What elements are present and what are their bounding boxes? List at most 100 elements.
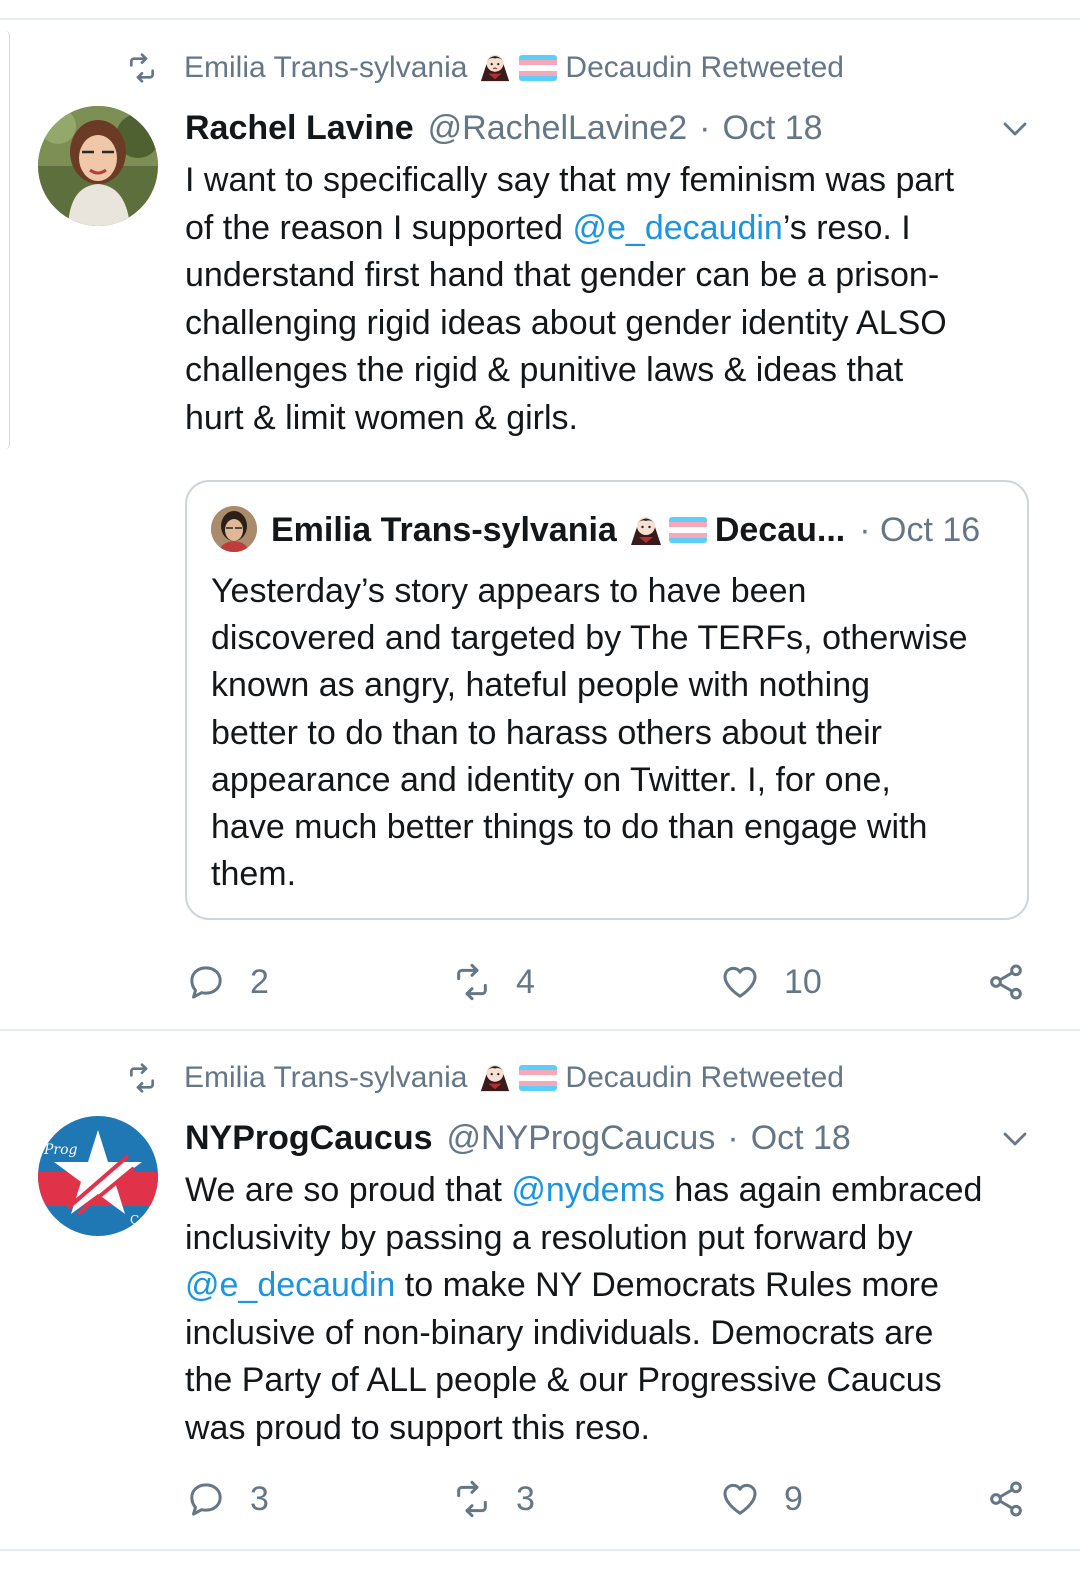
retweet-button[interactable]: 3	[452, 1474, 535, 1524]
reply-button[interactable]: 3	[186, 1474, 269, 1524]
reply-icon	[190, 1483, 222, 1516]
retweeter-name[interactable]: Emilia Trans-sylvania	[184, 1061, 467, 1095]
like-button[interactable]: 9	[720, 1474, 803, 1524]
reply-count: 3	[250, 1479, 269, 1518]
retweeted-label: Decaudin Retweeted	[565, 1061, 844, 1094]
text-run: understand first hand that gender can be…	[185, 256, 940, 294]
quoted-display-name[interactable]: Emilia Trans-sylvania	[271, 511, 617, 550]
avatar[interactable]: Prog Cauc	[38, 1116, 158, 1236]
vampire-emoji-icon	[479, 1061, 513, 1095]
body-line: @e_decaudin to make NY Democrats Rules m…	[185, 1262, 1035, 1310]
separator: ·	[699, 108, 711, 147]
retweet-count: 3	[516, 1479, 535, 1518]
mention-link[interactable]: @e_decaudin	[185, 1266, 395, 1304]
quoted-line: appearance and identity on Twitter. I, f…	[211, 760, 891, 799]
quoted-line: discovered and targeted by The TERFs, ot…	[211, 619, 968, 658]
body-line: challenging rigid ideas about gender ide…	[185, 300, 1035, 348]
chevron-down-icon[interactable]	[1000, 114, 1030, 144]
separator: ·	[727, 1118, 739, 1157]
text-run: has again embraced	[664, 1171, 983, 1209]
quoted-header: Emilia Trans-sylvania Decau... · Oct 16	[271, 508, 980, 552]
tweet-actions: 3 3 9	[0, 1474, 1080, 1524]
body-line: inclusive of non-binary individuals. Dem…	[185, 1310, 1035, 1358]
mention-link[interactable]: @nydems	[511, 1171, 665, 1209]
body-line: hurt & limit women & girls.	[185, 395, 1035, 443]
text-run: challenges the rigid & punitive laws & i…	[185, 351, 904, 389]
avatar[interactable]	[38, 106, 158, 226]
share-icon	[990, 964, 1022, 1000]
tweet-body: We are so proud that @nydems has again e…	[185, 1167, 1035, 1452]
quoted-date[interactable]: · Oct 16	[859, 511, 980, 550]
text-run: hurt & limit women & girls.	[185, 398, 578, 437]
text-run: challenging rigid ideas about gender ide…	[185, 303, 947, 342]
tweet-header: Rachel Lavine @RachelLavine2 · Oct 18	[185, 106, 823, 150]
text-run: ’s reso. I	[782, 208, 911, 247]
quoted-line: them.	[211, 855, 297, 894]
body-line: inclusivity by passing a resolution put …	[185, 1215, 1035, 1263]
heart-icon	[723, 1483, 757, 1515]
heart-icon	[723, 966, 757, 998]
quoted-line: known as angry, hateful people with noth…	[211, 666, 871, 705]
vampire-emoji-icon	[479, 51, 513, 85]
avatar-text-top: Prog	[43, 1142, 78, 1158]
share-button[interactable]	[986, 1474, 1026, 1524]
retweet-icon	[457, 963, 487, 1001]
quoted-body: Yesterday’s story appears to have been d…	[211, 568, 1011, 898]
share-button[interactable]	[986, 957, 1026, 1007]
author-display-name[interactable]: Rachel Lavine	[185, 109, 414, 148]
text-run: of the reason I supported	[185, 208, 573, 247]
tweet[interactable]: Emilia Trans-sylvania Decaudin Retweeted…	[0, 1032, 1080, 1547]
body-line: of the reason I supported @e_decaudin’s …	[185, 205, 1035, 253]
tweet-divider	[0, 1549, 1080, 1551]
text-run: inclusivity by passing a resolution put …	[185, 1218, 913, 1257]
quoted-avatar[interactable]	[211, 506, 257, 552]
retweet-icon	[130, 1063, 154, 1093]
trans-flag-icon	[519, 55, 558, 81]
body-line: was proud to support this reso.	[185, 1405, 1035, 1453]
mention-link[interactable]: @e_decaudin	[572, 209, 782, 247]
text-run: We are so proud that	[185, 1171, 512, 1209]
body-line: the Party of ALL people & our Progressiv…	[185, 1357, 1035, 1405]
author-display-name[interactable]: NYProgCaucus	[185, 1119, 433, 1158]
reply-count: 2	[250, 962, 269, 1001]
tweet-divider	[0, 1029, 1080, 1031]
retweet-count: 4	[516, 962, 535, 1001]
retweeter-name[interactable]: Emilia Trans-sylvania	[184, 51, 467, 85]
retweet-button[interactable]: 4	[452, 957, 535, 1007]
tweet-header: NYProgCaucus @NYProgCaucus · Oct 18	[185, 1116, 851, 1160]
text-run: to make NY Democrats Rules more	[395, 1266, 939, 1304]
tweet-date[interactable]: Oct 18	[751, 1119, 851, 1158]
vampire-emoji-icon	[629, 513, 663, 547]
retweet-icon	[130, 53, 154, 83]
author-handle[interactable]: @RachelLavine2	[428, 109, 687, 148]
text-run: the Party of ALL people & our Progressiv…	[185, 1361, 942, 1399]
reply-icon	[190, 966, 222, 999]
tweet[interactable]: Emilia Trans-sylvania Decaudin Retweeted	[0, 20, 1080, 1030]
body-line: challenges the rigid & punitive laws & i…	[185, 347, 1035, 395]
quoted-line: have much better things to do than engag…	[211, 808, 928, 847]
tweet-body: I want to specifically say that my femin…	[185, 157, 1035, 442]
trans-flag-icon	[668, 517, 707, 543]
like-count: 9	[784, 1479, 803, 1518]
quoted-tweet[interactable]: Emilia Trans-sylvania Decau... · Oct 16 …	[185, 480, 1029, 920]
like-count: 10	[784, 962, 822, 1001]
text-run: I want to specifically say that my femin…	[185, 161, 955, 199]
quoted-line: Yesterday’s story appears to have been	[211, 572, 807, 610]
retweeted-by-row: Emilia Trans-sylvania Decaudin Retweeted	[126, 48, 844, 88]
share-icon	[990, 1481, 1022, 1517]
chevron-down-icon[interactable]	[1000, 1124, 1030, 1154]
author-handle[interactable]: @NYProgCaucus	[447, 1119, 716, 1158]
like-button[interactable]: 10	[720, 957, 822, 1007]
text-run: was proud to support this reso.	[185, 1408, 650, 1447]
avatar-text-bottom: Cauc	[130, 1213, 158, 1227]
retweet-icon	[457, 1480, 487, 1518]
body-line: I want to specifically say that my femin…	[185, 157, 1035, 205]
reply-button[interactable]: 2	[186, 957, 269, 1007]
quoted-name-suffix[interactable]: Decau...	[715, 511, 845, 550]
tweet-actions: 2 4 10	[0, 957, 1080, 1007]
body-line: understand first hand that gender can be…	[185, 252, 1035, 300]
quoted-line: better to do than to harass others about…	[211, 713, 882, 752]
retweeted-by-row: Emilia Trans-sylvania Decaudin Retweeted	[126, 1058, 844, 1098]
tweet-date[interactable]: Oct 18	[722, 109, 822, 148]
text-run: inclusive of non-binary individuals. Dem…	[185, 1313, 934, 1352]
